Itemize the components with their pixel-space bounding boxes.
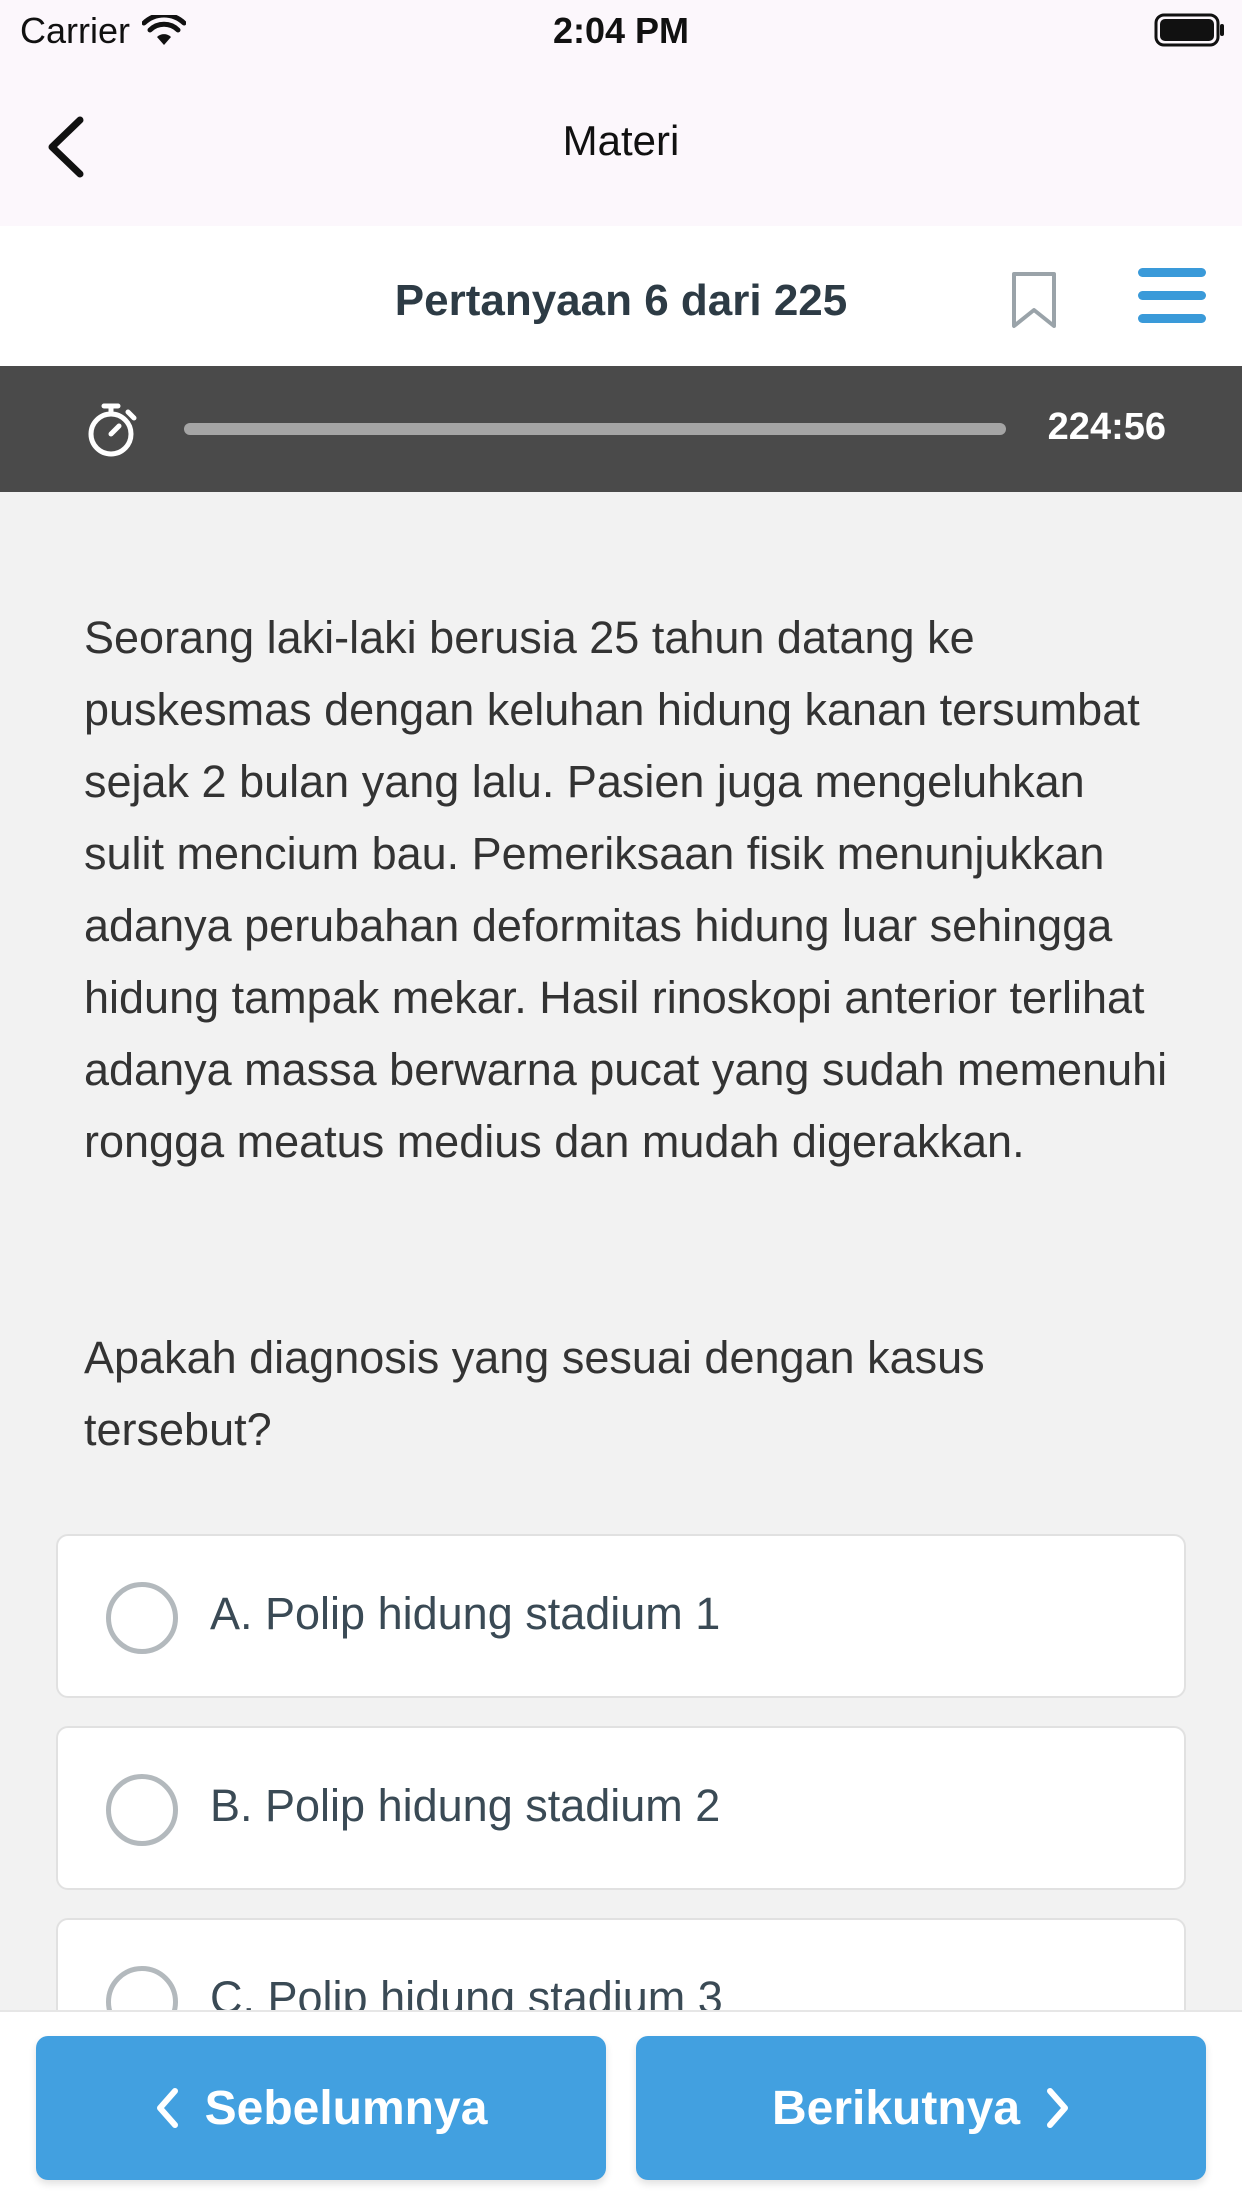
bookmark-icon[interactable] [1008,270,1060,330]
menu-line [1138,314,1206,323]
question-content: Seorang laki-laki berusia 25 tahun datan… [0,492,1242,2082]
next-button[interactable]: Berikutnya [636,2036,1206,2180]
question-header: Pertanyaan 6 dari 225 [0,226,1242,366]
radio-button[interactable] [106,1774,178,1846]
chevron-left-icon [156,2088,178,2128]
battery-icon [1154,13,1224,47]
answer-option-label: A. Polip hidung stadium 1 [210,1588,721,1639]
menu-line [1138,291,1206,300]
navigation-bar: Materi [0,62,1242,226]
timer-progress-fill [184,423,1006,435]
answer-option-b[interactable]: B. Polip hidung stadium 2 [56,1726,1186,1890]
previous-button[interactable]: Sebelumnya [36,2036,606,2180]
question-prompt: Apakah diagnosis yang sesuai dengan kasu… [84,1332,985,1455]
timer-remaining: 224:56 [1047,406,1166,448]
next-button-label: Berikutnya [771,2081,1021,2135]
question-text: Seorang laki-laki berusia 25 tahun datan… [84,612,1168,1167]
nav-title: Materi [562,117,680,164]
answer-option-a[interactable]: A. Polip hidung stadium 1 [56,1534,1186,1698]
chevron-right-icon [1047,2088,1069,2128]
radio-button[interactable] [106,1582,178,1654]
answer-option-label: B. Polip hidung stadium 2 [210,1780,721,1831]
timer-bar: 224:56 [0,366,1242,492]
menu-line [1138,268,1206,277]
menu-icon[interactable] [1138,268,1208,324]
stopwatch-icon [88,403,137,457]
status-bar: Carrier 2:04 PM [0,0,1242,62]
previous-button-label: Sebelumnya [204,2081,488,2135]
status-time: 2:04 PM [552,10,690,51]
bottom-navigation: Sebelumnya Berikutnya [0,2010,1242,2208]
timer-progress-track [184,423,1006,435]
